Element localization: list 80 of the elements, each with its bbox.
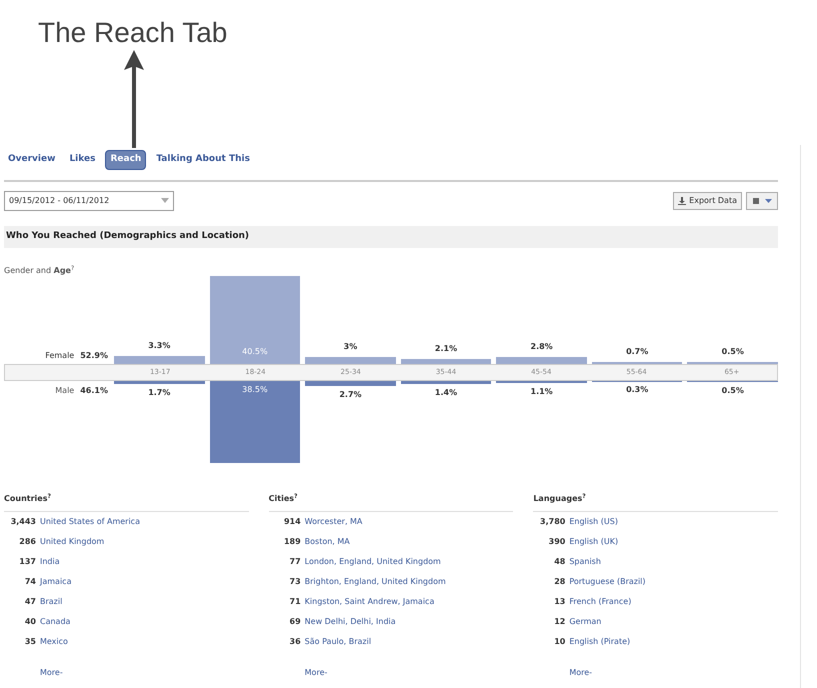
arrow-icon (123, 50, 145, 148)
percent-label: 0.5% (722, 384, 744, 397)
section-header: Who You Reached (Demographics and Location) (4, 226, 778, 248)
count: 73 (288, 576, 301, 588)
count: 71 (288, 596, 301, 608)
list-item-link[interactable]: Boston, MA (304, 536, 350, 548)
percent-label: 1.7% (148, 387, 170, 400)
percent-label: 0.7% (626, 346, 648, 358)
tab[interactable]: Reach (105, 150, 146, 170)
list-title: Countries$^{?}$ (4, 494, 51, 502)
list-item-link[interactable]: Spanish (569, 556, 601, 568)
list-item-link[interactable]: Brighton, England, United Kingdom (304, 576, 446, 588)
count: 77 (288, 556, 301, 568)
list-item-link[interactable]: India (40, 556, 60, 568)
gender-label: Male (55, 384, 74, 396)
list-item-link[interactable]: English (US) (569, 516, 618, 528)
list-item-link[interactable]: Jamaica (40, 576, 72, 588)
list-item-link[interactable]: United Kingdom (40, 536, 104, 548)
gender-total: 46.1% (80, 384, 108, 396)
settings-button[interactable] (746, 192, 778, 210)
percent-label: 2.7% (339, 389, 362, 402)
count: 28 (553, 576, 566, 588)
annotation-title: The Reach Tab (38, 17, 228, 48)
count: 10 (553, 636, 566, 648)
count: 3,443 (10, 516, 36, 528)
count: 13 (553, 596, 566, 608)
list-item-link[interactable]: Worcester, MA (304, 516, 362, 528)
percent-label: 1.1% (530, 386, 553, 398)
list-title: Cities$^{?}$ (268, 494, 298, 502)
list-title: Languages$^{?}$ (533, 494, 586, 502)
list-item-link[interactable]: London, England, United Kingdom (304, 556, 441, 568)
list-item-link[interactable]: São Paulo, Brazil (304, 636, 372, 648)
count: 48 (553, 556, 566, 568)
list-item-link[interactable]: Mexico (40, 636, 68, 648)
list-item-link[interactable]: Canada (40, 616, 70, 628)
count: 3,780 (539, 516, 566, 528)
caret-icon (765, 198, 772, 202)
list-item-link[interactable]: United States of America (40, 516, 140, 528)
count: 40 (24, 616, 36, 628)
list-item-link[interactable]: Portuguese (Brazil) (569, 576, 646, 588)
tab[interactable]: Likes (65, 151, 100, 168)
percent-label: 1.4% (434, 386, 458, 398)
list-item-link[interactable]: English (UK) (569, 536, 618, 548)
chart-title: Gender and Age$^{?}$ (4, 266, 74, 274)
count: 137 (18, 556, 36, 568)
export-data-button[interactable]: Export Data (673, 192, 742, 210)
percent-label: 0.3% (626, 384, 648, 396)
tab[interactable]: Overview (4, 151, 60, 168)
count: 189 (282, 536, 301, 548)
percent-label: 2.8% (530, 341, 553, 354)
count: 390 (548, 536, 566, 548)
list-item-link[interactable]: German (569, 616, 602, 628)
list-item-link[interactable]: English (Pirate) (569, 636, 630, 648)
count: 74 (24, 576, 36, 588)
count: 914 (282, 516, 301, 528)
more-link[interactable]: More- (304, 668, 328, 676)
percent-label: 3% (344, 341, 358, 354)
count: 12 (553, 616, 566, 628)
count: 286 (18, 536, 36, 548)
gender-label: Female (45, 350, 74, 362)
list-item-link[interactable]: French (France) (569, 596, 632, 608)
percent-label: 3.3% (148, 340, 170, 352)
count: 35 (24, 636, 36, 648)
caret-icon (161, 198, 169, 203)
count: 36 (288, 636, 301, 648)
gender-total: 52.9% (80, 350, 108, 362)
count: 69 (288, 616, 301, 628)
more-link[interactable]: More- (569, 668, 592, 676)
more-link[interactable]: More- (40, 668, 63, 676)
date-range-dropdown[interactable]: 09/15/2012 - 06/11/2012 (4, 190, 174, 210)
list-item-link[interactable]: Brazil (40, 596, 62, 608)
percent-label: 38.5% (241, 384, 269, 396)
download-icon (678, 196, 686, 204)
percent-label: 0.5% (722, 346, 744, 358)
percent-label: 40.5% (241, 346, 269, 358)
list-item-link[interactable]: New Delhi, Delhi, India (304, 616, 396, 628)
list-item-link[interactable]: Kingston, Saint Andrew, Jamaica (304, 596, 434, 608)
percent-label: 2.1% (434, 343, 458, 355)
count: 47 (24, 596, 36, 608)
tab[interactable]: Talking About This (152, 151, 254, 168)
